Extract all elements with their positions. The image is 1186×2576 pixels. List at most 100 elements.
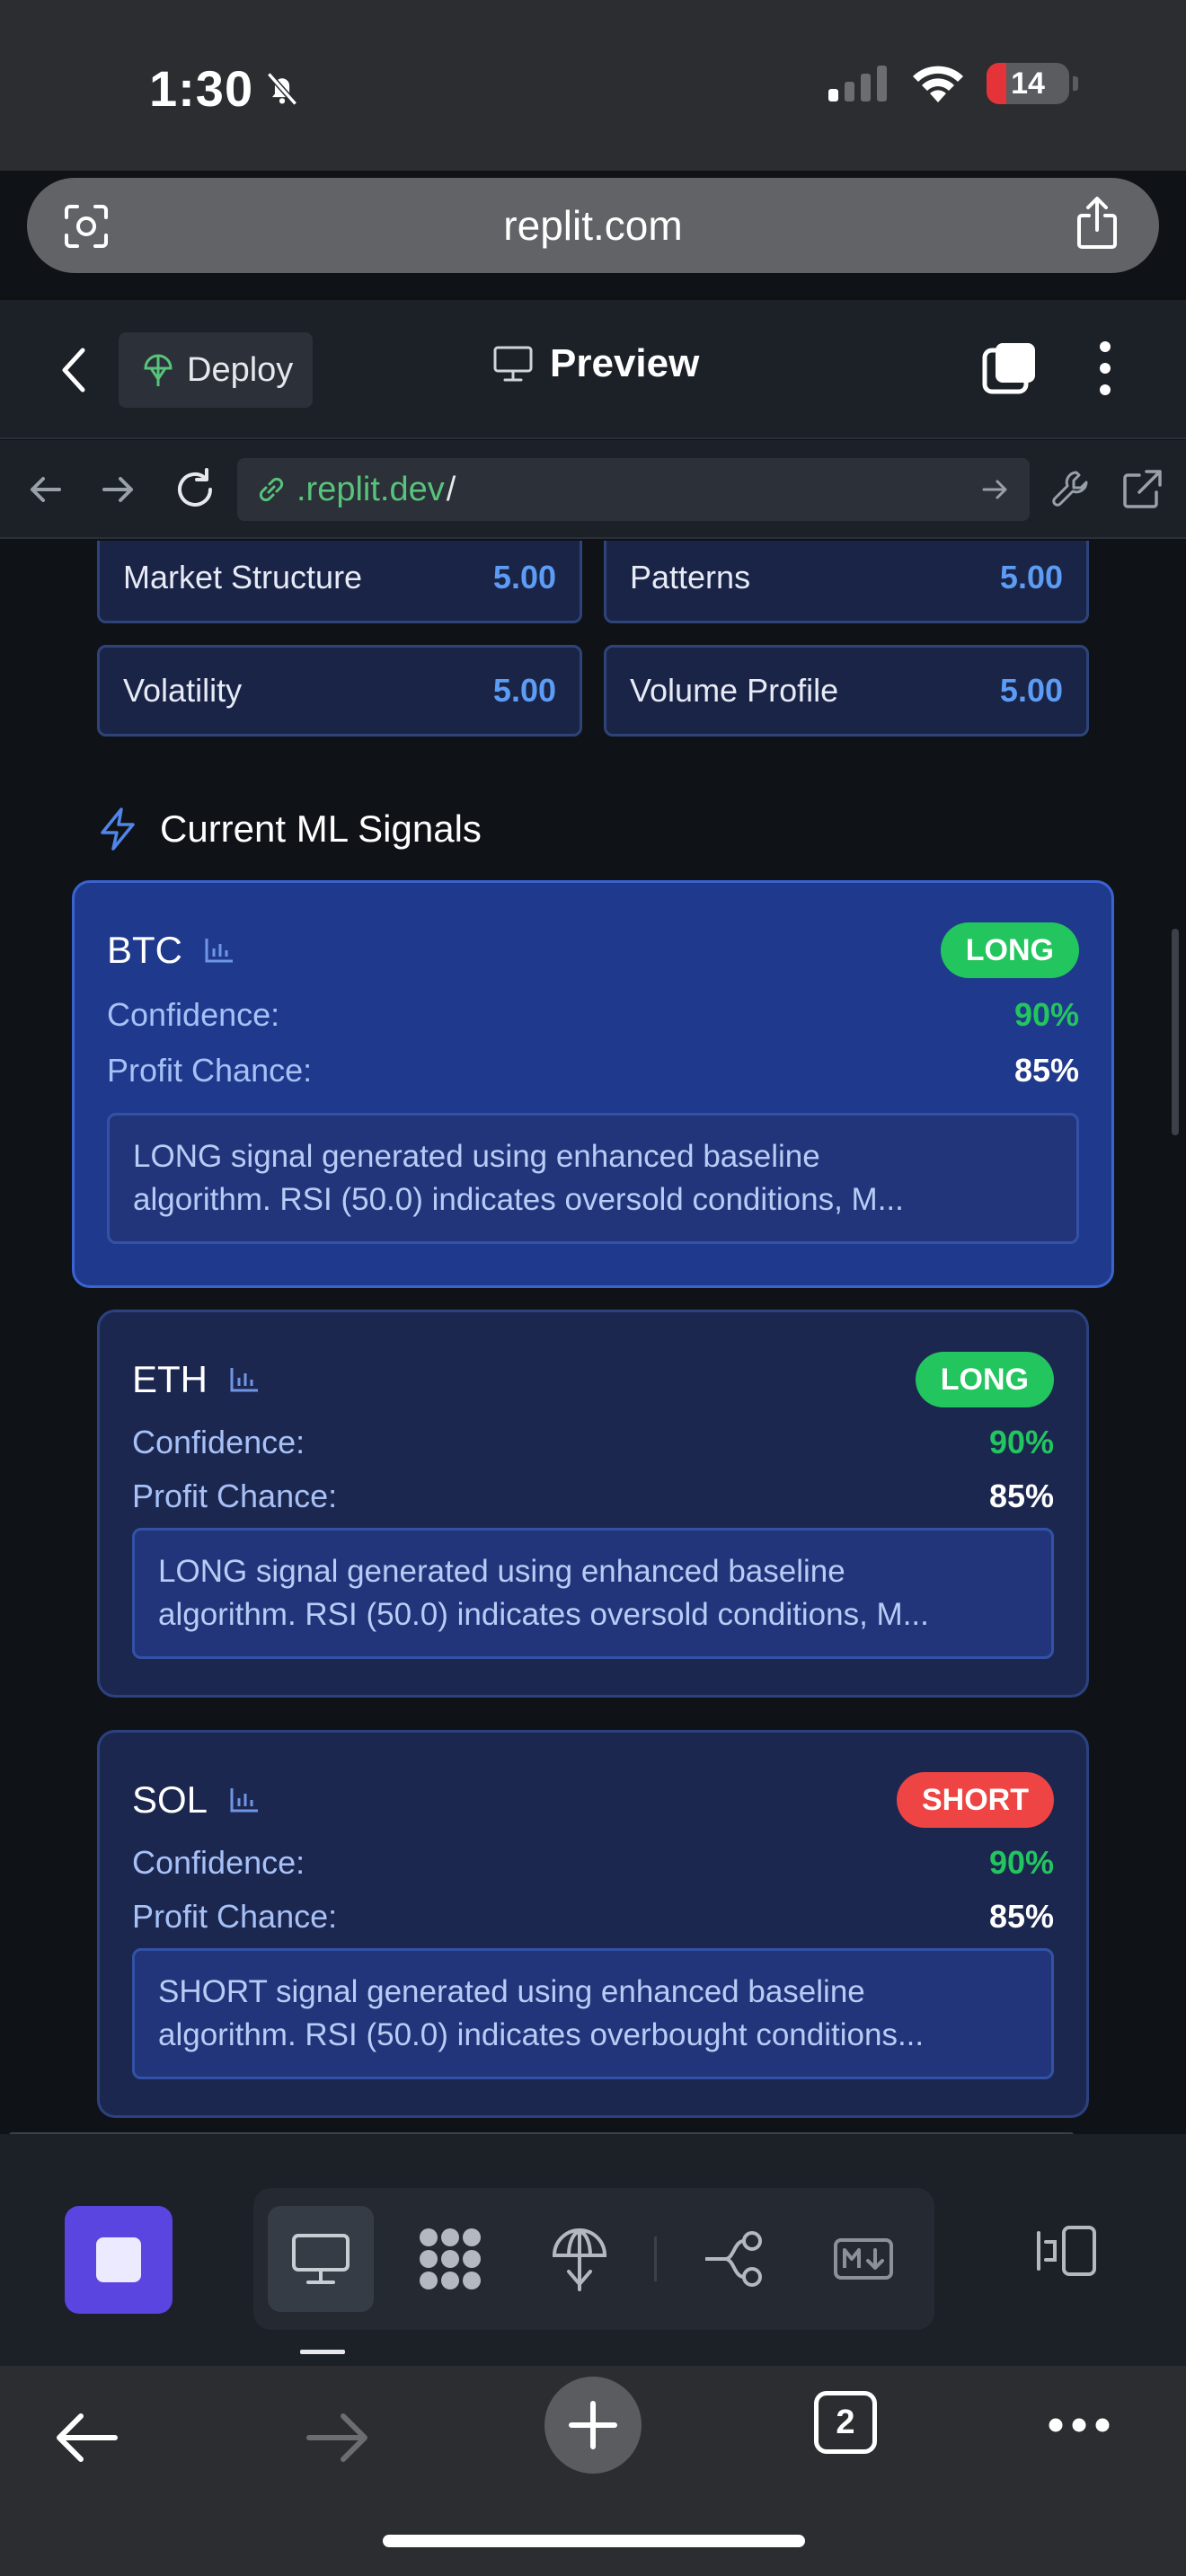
confidence-value: 90% [988,1844,1054,1881]
deploy-button[interactable]: Deploy [119,332,313,408]
cellular-signal-icon [828,66,887,101]
profit-row: Profit Chance: 85% [107,1052,1079,1090]
tool-divider [654,2236,657,2281]
signal-description: LONG signal generated using enhanced bas… [107,1113,1079,1244]
weight-value: 5.00 [999,672,1063,709]
share-icon[interactable] [1073,196,1121,251]
silent-bell-icon [267,71,298,106]
packages-icon [420,2228,481,2289]
monitor-icon [292,2234,350,2284]
confidence-value: 90% [1013,996,1079,1033]
deploy-label: Deploy [187,350,294,389]
profit-row: Profit Chance: 85% [132,1478,1054,1515]
deployments-tool-button[interactable] [527,2206,633,2312]
confidence-value: 90% [988,1424,1054,1460]
webview-url: .replit.dev [296,470,445,508]
profit-label: Profit Chance: [132,1898,338,1935]
description-line: SHORT signal generated using enhanced ba… [158,1974,865,2009]
git-tool-button[interactable] [681,2206,787,2312]
weight-label: Market Structure [123,559,363,595]
toggle-panel-icon[interactable] [1033,2224,1100,2278]
bar-chart-icon[interactable] [229,1366,260,1393]
symbol-text: BTC [107,929,182,971]
description-line: algorithm. RSI (50.0) indicates oversold… [133,1182,904,1217]
bar-chart-icon[interactable] [229,1786,260,1813]
open-external-icon[interactable] [1120,467,1164,512]
weight-value: 5.00 [999,559,1063,595]
profit-row: Profit Chance: 85% [132,1898,1054,1936]
preview-tool-button[interactable] [268,2206,374,2312]
status-bar: 1:30 14 [0,0,1186,171]
safari-back-icon[interactable] [54,2411,119,2465]
direction-badge: SHORT [897,1772,1054,1828]
battery-level: 14 [1011,66,1045,101]
home-indicator[interactable] [383,2535,805,2547]
more-horizontal-icon[interactable] [1048,2416,1111,2434]
vertical-scrollbar[interactable] [1172,929,1179,1135]
battery-tip [1073,76,1078,91]
tabs-switcher-icon[interactable] [981,340,1039,397]
description-line: algorithm. RSI (50.0) indicates oversold… [158,1597,929,1632]
description-line: algorithm. RSI (50.0) indicates overboug… [158,2017,925,2052]
signal-description: SHORT signal generated using enhanced ba… [132,1948,1054,2079]
stop-icon [96,2237,141,2282]
description-line: LONG signal generated using enhanced bas… [133,1139,820,1174]
monitor-icon [493,346,533,382]
signal-symbol: BTC [107,929,235,972]
replit-bottom-toolbar [0,2134,1186,2366]
reload-icon[interactable] [173,467,217,512]
app-viewport[interactable]: Market Structure 5.00 Patterns 5.00 Vola… [0,541,1186,2134]
profit-label: Profit Chance: [132,1478,338,1514]
new-tab-button[interactable] [544,2377,642,2474]
signal-card[interactable]: ETH LONG Confidence: 90% Profit Chance: … [97,1310,1089,1698]
preview-title: Preview [492,341,699,386]
more-vertical-icon[interactable] [1094,340,1116,397]
stop-button[interactable] [65,2206,173,2314]
link-icon [259,477,284,502]
deploy-icon [144,354,173,386]
weight-label: Volume Profile [630,672,839,709]
devtools-wrench-icon[interactable] [1049,467,1094,512]
signals-section-title: Current ML Signals [97,807,482,851]
safari-forward-icon[interactable] [305,2411,370,2465]
clock: 1:30 [149,59,302,118]
time-text: 1:30 [149,60,254,117]
wifi-icon [913,66,963,102]
signal-symbol: ETH [132,1358,260,1401]
signal-card[interactable]: SOL SHORT Confidence: 90% Profit Chance:… [97,1730,1089,2118]
go-arrow-icon[interactable] [981,474,1010,505]
battery-icon: 14 [987,63,1069,104]
packages-tool-button[interactable] [397,2206,503,2312]
confidence-label: Confidence: [132,1424,305,1460]
tabs-button[interactable]: 2 [814,2391,877,2454]
markdown-icon [834,2238,893,2280]
signals-title-text: Current ML Signals [160,807,482,850]
symbol-text: SOL [132,1778,208,1821]
profit-label: Profit Chance: [107,1052,313,1089]
profit-value: 85% [988,1478,1054,1514]
signal-description: LONG signal generated using enhanced bas… [132,1528,1054,1659]
profit-value: 85% [988,1898,1054,1935]
weight-card: Patterns 5.00 [604,541,1089,623]
safari-address-bar[interactable]: replit.com [27,178,1159,273]
markdown-tool-button[interactable] [810,2206,916,2312]
nav-forward-icon[interactable] [101,467,137,512]
lightning-icon [101,807,135,851]
bar-chart-icon[interactable] [204,937,235,964]
weight-card: Volume Profile 5.00 [604,645,1089,737]
weight-value: 5.00 [492,672,556,709]
webview-nav-bar: .replit.dev / [0,440,1186,539]
safari-url[interactable]: replit.com [27,201,1159,250]
replit-header: Deploy Preview [0,300,1186,439]
back-chevron-icon[interactable] [56,343,92,397]
deploy-icon [552,2228,607,2291]
tool-switcher [253,2188,934,2330]
nav-back-icon[interactable] [27,467,63,512]
description-line: LONG signal generated using enhanced bas… [158,1554,845,1589]
webview-url-field[interactable]: .replit.dev / [237,458,1030,521]
signal-card[interactable]: BTC LONG Confidence: 90% Profit Chance: … [72,880,1114,1288]
weight-card: Volatility 5.00 [97,645,582,737]
selected-tool-indicator [300,2350,345,2354]
profit-value: 85% [1013,1052,1079,1089]
git-branch-icon [705,2231,762,2287]
